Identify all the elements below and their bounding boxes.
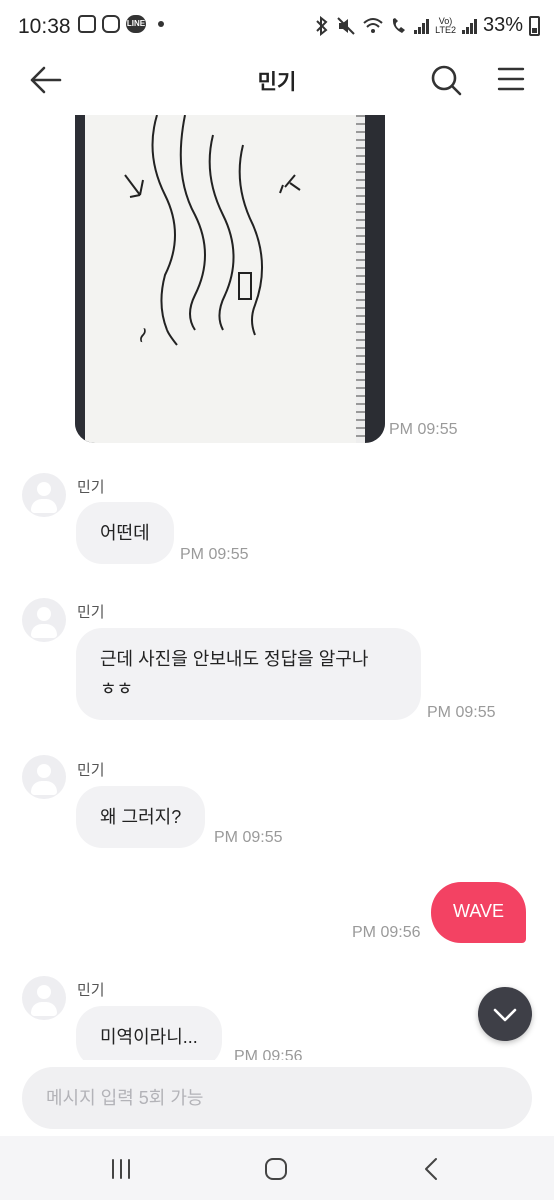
signal-icon-2 — [461, 18, 477, 34]
battery-percent: 33% — [482, 14, 523, 36]
avatar[interactable] — [22, 473, 66, 517]
recent-apps-icon[interactable] — [106, 1154, 136, 1184]
wifi-icon — [363, 17, 383, 33]
line-notification-icon: LINE — [126, 15, 146, 33]
battery-icon — [529, 15, 540, 36]
message-text-line2: ㅎㅎ — [100, 679, 134, 699]
sender-name: 민기 — [77, 982, 105, 999]
message-text: 미역이라니... — [100, 1027, 198, 1047]
message-bubble[interactable]: 근데 사진을 안보내도 정답을 알구나 ㅎㅎ — [76, 628, 421, 720]
chevron-down-icon — [493, 1008, 517, 1022]
avatar[interactable] — [22, 598, 66, 642]
instagram-notification-icon — [102, 15, 120, 33]
scroll-to-bottom-button[interactable] — [478, 987, 532, 1041]
chat-title: 민기 — [257, 71, 297, 94]
sender-name: 민기 — [77, 604, 105, 621]
message-text: 어떤데 — [100, 523, 150, 543]
message-bubble[interactable]: 어떤데 — [76, 502, 174, 564]
call-icon — [393, 17, 406, 33]
message-text-line1: 근데 사진을 안보내도 정답을 알구나 — [100, 649, 369, 669]
message-input[interactable] — [44, 1086, 532, 1110]
message-text: WAVE — [453, 901, 505, 921]
gallery-notification-icon — [78, 15, 96, 33]
volte-label: Vo) LTE2 — [435, 15, 456, 35]
bluetooth-icon — [316, 15, 328, 36]
message-time: PM 09:55 — [214, 829, 283, 846]
message-input-bar[interactable] — [22, 1067, 532, 1129]
message-time: PM 09:55 — [180, 546, 249, 563]
avatar[interactable] — [22, 755, 66, 799]
chat-header: 민기 — [0, 52, 554, 110]
back-nav-icon[interactable] — [417, 1154, 447, 1184]
status-bar: 10:38 LINE Vo) LTE2 33% — [0, 0, 554, 52]
message-time: PM 09:56 — [234, 1048, 303, 1060]
sender-name: 민기 — [77, 762, 105, 779]
sender-name: 민기 — [77, 479, 105, 496]
message-time: PM 09:55 — [389, 421, 458, 438]
mute-icon — [337, 16, 355, 35]
message-text: 왜 그러지? — [100, 807, 182, 827]
system-nav-bar — [0, 1136, 554, 1200]
sent-photo[interactable]: ~ — [75, 115, 385, 443]
message-time: PM 09:55 — [427, 704, 496, 721]
menu-icon[interactable] — [496, 64, 526, 94]
more-notifications-icon — [158, 21, 164, 27]
status-time: 10:38 — [18, 15, 71, 38]
message-time: PM 09:56 — [352, 924, 421, 941]
svg-text:~: ~ — [128, 322, 158, 348]
home-icon[interactable] — [261, 1154, 291, 1184]
avatar[interactable] — [22, 976, 66, 1020]
chat-area[interactable]: ~ PM 09:55 민기 어떤데 PM 09:55 민기 근데 사진을 안보내… — [0, 110, 554, 1060]
photo-paper: ~ — [85, 115, 370, 443]
photo-drawing: ~ — [124, 115, 301, 348]
my-message-bubble[interactable]: WAVE — [431, 882, 527, 943]
message-bubble[interactable]: 왜 그러지? — [76, 786, 206, 848]
photo-edge — [365, 115, 385, 443]
message-bubble[interactable]: 미역이라니... — [76, 1006, 222, 1060]
signal-icon — [414, 18, 430, 34]
search-icon[interactable] — [428, 62, 464, 98]
